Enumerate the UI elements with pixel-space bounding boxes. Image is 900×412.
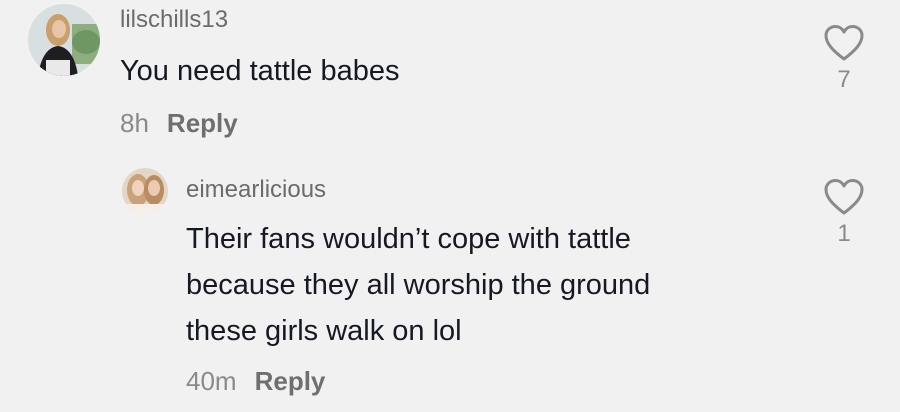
comment-text-line: these girls walk on lol bbox=[186, 315, 462, 347]
heart-outline-icon bbox=[814, 178, 874, 216]
reply-button[interactable]: Reply bbox=[167, 108, 238, 139]
like-count: 1 bbox=[837, 220, 851, 247]
comment-time: 8h bbox=[120, 108, 149, 138]
like-button[interactable]: 1 bbox=[814, 178, 874, 248]
comment-username[interactable]: eimearlicious bbox=[186, 176, 326, 204]
comment-time: 40m bbox=[186, 366, 237, 396]
comment-text-line: because they all worship the ground bbox=[186, 269, 651, 301]
comment-meta: 8h Reply bbox=[120, 108, 238, 139]
like-button[interactable]: 7 bbox=[814, 24, 874, 94]
comment-text: You need tattle babes bbox=[120, 55, 400, 87]
comment: lilschills13 You need tattle babes 8h Re… bbox=[0, 0, 900, 150]
like-count: 7 bbox=[837, 66, 851, 93]
heart-outline-icon bbox=[814, 24, 874, 62]
avatar[interactable] bbox=[28, 4, 100, 76]
comment-username[interactable]: lilschills13 bbox=[120, 6, 228, 34]
comment-meta: 40m Reply bbox=[186, 366, 325, 397]
reply-comment: eimearlicious Their fans wouldn’t cope w… bbox=[0, 160, 900, 412]
reply-button[interactable]: Reply bbox=[255, 366, 326, 397]
avatar[interactable] bbox=[122, 168, 168, 214]
comment-text-line: Their fans wouldn’t cope with tattle bbox=[186, 223, 631, 255]
